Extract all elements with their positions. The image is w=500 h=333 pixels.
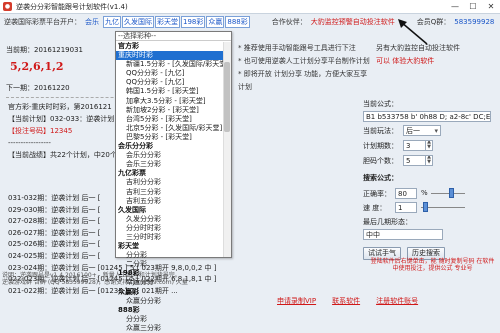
dropdown-option[interactable]: 幸运分分	[116, 278, 224, 287]
play-select[interactable]: 后一 ▾	[403, 125, 441, 136]
stepper-arrows-icon[interactable]: ▲ ▼	[425, 156, 432, 165]
dropdown-option[interactable]: 新疆1.5分彩 - [久发国际/彩天堂]	[116, 60, 224, 69]
platform-tab[interactable]: 九亿	[103, 15, 121, 28]
platform-tab[interactable]: 198彩	[181, 15, 206, 28]
platform-tab[interactable]: 彩天堂	[155, 15, 180, 28]
promo-notes: 另有大豹监控自动投注软件 可以 体验大豹软件	[376, 42, 496, 68]
promo-line: 另有大豹监控自动投注软件	[376, 44, 460, 52]
partner-link[interactable]: 大豹监控预警自动投注软件	[311, 17, 395, 27]
dropdown-option[interactable]: 吉利分分彩	[116, 178, 224, 187]
search-formula-label: 搜索公式：	[363, 174, 398, 182]
lottery-result: 5,2,6,1,2	[10, 60, 64, 73]
dropdown-option[interactable]: 北京5分彩 - [久发国际/彩天堂]	[116, 124, 224, 133]
dropdown-group-label: 会乐分分彩	[118, 142, 153, 151]
slider-knob[interactable]	[423, 202, 428, 212]
dropdown-option[interactable]: 分分时时彩	[116, 224, 224, 233]
platform-tab[interactable]: 众赢	[206, 15, 225, 28]
play-value: 后一	[406, 127, 420, 135]
platform-link-huile[interactable]: 会乐	[85, 17, 99, 27]
dropdown-option[interactable]: 众赢分分彩	[116, 297, 224, 306]
bottom-links: 申请录制VIP 联系软件 注册软件账号	[237, 295, 497, 307]
arrow-annotation-icon	[398, 19, 428, 45]
dropdown-option[interactable]: 久发分分彩	[116, 215, 224, 224]
close-button[interactable]: ✕	[482, 0, 500, 14]
dropdown-group-label: 久发国际	[118, 205, 146, 214]
streak-label: 最后几期形态：	[363, 218, 412, 226]
pick-count-stepper[interactable]: 5 ▲ ▼	[403, 155, 433, 166]
maximize-button[interactable]: ☐	[464, 0, 482, 14]
accuracy-label: 正确率：	[363, 190, 391, 198]
accuracy-unit: %	[421, 189, 428, 197]
dropdown-group-label: 九亿彩票	[118, 169, 146, 178]
plan-periods-stepper[interactable]: 3 ▲ ▼	[403, 140, 433, 151]
tip-line: * 也可使用逆袭人工计划分享平台制作计划	[238, 57, 370, 65]
play-label: 当前玩法：	[363, 127, 398, 135]
dropdown-option[interactable]: 会乐三分彩	[116, 160, 224, 169]
dropdown-option[interactable]: 重庆时时彩	[116, 51, 224, 61]
platform-label: 逆袭国际彩票平台开户：	[4, 17, 81, 26]
dropdown-option[interactable]: 二分彩	[116, 260, 224, 269]
dropdown-option[interactable]: 吉利五分彩	[116, 197, 224, 206]
minimize-button[interactable]: —	[446, 0, 464, 14]
promo-link[interactable]: 可以 体验大豹软件	[376, 55, 496, 68]
dropdown-option[interactable]: 吉利三分彩	[116, 188, 224, 197]
tip-line: * 推荐使用手动智能跟号工具进行下注	[238, 44, 356, 52]
dropdown-option[interactable]: 韩国1.5分彩 - [彩天堂]	[116, 87, 224, 96]
plan-periods-label: 计划期数：	[363, 142, 398, 150]
dropdown-option[interactable]: 分分彩	[116, 251, 224, 260]
accuracy-input[interactable]: 80	[395, 188, 417, 199]
streak-input[interactable]: 中中	[363, 229, 443, 240]
dropdown-option[interactable]: 加拿大3.5分彩 - [彩天堂]	[116, 97, 224, 106]
dropdown-option[interactable]: 新加坡2分彩 - [彩天堂]	[116, 106, 224, 115]
accuracy-slider[interactable]	[431, 188, 465, 199]
plan-periods-value: 3	[406, 142, 411, 150]
scroll-thumb[interactable]	[224, 62, 230, 132]
dropdown-option[interactable]: 分分彩	[116, 315, 224, 324]
platform-tabs: 九亿 久发国际 彩天堂 198彩 众赢 888彩	[103, 15, 250, 28]
dropdown-group-label: 官方彩	[118, 42, 139, 50]
register-link[interactable]: 注册软件账号	[376, 296, 418, 306]
dropdown-option[interactable]: 众赢三分彩	[116, 324, 224, 333]
dropdown-header[interactable]: --选择彩种--	[116, 32, 231, 41]
dropdown-option[interactable]: 会乐分分彩	[116, 151, 224, 160]
dropdown-option[interactable]: QQ分分彩 - [九亿]	[116, 69, 224, 78]
tips-list: * 推荐使用手动智能跟号工具进行下注 * 也可使用逆袭人工计划分享平台制作计划 …	[238, 42, 370, 94]
dropdown-option[interactable]: 巴黎5分彩 - [彩天堂]	[116, 133, 224, 142]
dropdown-group-label: 众赢彩	[118, 287, 139, 296]
lottery-type-dropdown[interactable]: --选择彩种-- 官方彩 重庆时时彩 新疆1.5分彩 - [久发国际/彩天堂] QQ分…	[115, 31, 232, 332]
stepper-arrows-icon[interactable]: ▲ ▼	[425, 141, 432, 150]
app-icon: ●	[3, 2, 12, 11]
dropdown-list: 官方彩 重庆时时彩 新疆1.5分彩 - [久发国际/彩天堂] QQ分分彩 - [九亿]…	[116, 42, 224, 333]
warning-text: 登陆软件后右键单击，能 随时复制号码 在软件中使用投注，提供公式 专业号	[370, 258, 495, 272]
dropdown-option[interactable]: QQ分分彩 - [九亿]	[116, 78, 224, 87]
formula-input[interactable]: B1 b533758 b' 0h88 D; a2-8c' DC;E	[363, 111, 491, 122]
dropdown-option[interactable]: 台湾5分彩 - [彩天堂]	[116, 115, 224, 124]
dropdown-group-label: 198彩	[118, 269, 140, 278]
platform-tab[interactable]: 888彩	[225, 15, 250, 28]
current-formula-label: 当前公式：	[363, 100, 398, 108]
dropdown-option[interactable]: 三分时时彩	[116, 233, 224, 242]
dropdown-group-label: 888彩	[118, 305, 140, 314]
slider-knob[interactable]	[449, 188, 454, 198]
speed-input[interactable]: 1	[395, 202, 417, 213]
apply-vip-link[interactable]: 申请录制VIP	[277, 296, 316, 306]
speed-slider[interactable]	[421, 202, 465, 213]
speed-label: 速 度：	[363, 204, 387, 212]
tip-line: * 即将开放 计划分享 功能，方便大家互享	[238, 70, 368, 78]
window-title: 逆袭分分彩智能跟号计划软件(v1.4)	[16, 2, 128, 11]
platform-tab[interactable]: 久发国际	[122, 15, 154, 28]
dropdown-group-label: 彩天堂	[118, 242, 139, 251]
next-period: 下一期：20161220	[6, 84, 70, 92]
member-group-number[interactable]: 583599928	[454, 18, 494, 26]
title-bar: ● 逆袭分分彩智能跟号计划软件(v1.4) — ☐ ✕	[0, 0, 500, 14]
chevron-down-icon: ▾	[434, 127, 438, 135]
pick-count-value: 5	[406, 157, 411, 165]
pick-count-label: 胆码个数：	[363, 157, 398, 165]
dropdown-scrollbar[interactable]	[223, 42, 231, 257]
contact-link[interactable]: 联系软件	[332, 296, 360, 306]
partner-label: 合作伙伴：	[271, 17, 307, 26]
tip-line: 计划	[238, 83, 252, 91]
current-period: 当前期：20161219031	[6, 46, 83, 54]
